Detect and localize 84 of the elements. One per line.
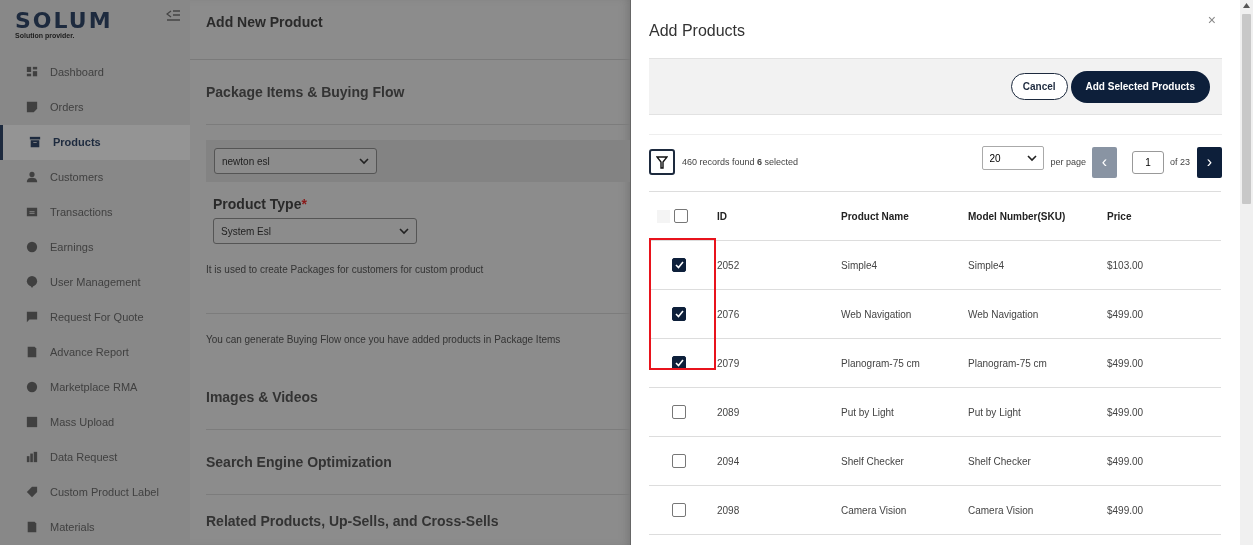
- checkbox[interactable]: [672, 405, 686, 419]
- collapse-menu-icon[interactable]: [166, 10, 180, 22]
- table-cell: 2076: [717, 289, 841, 339]
- table-cell: $103.00: [1107, 240, 1221, 290]
- report-icon: [26, 346, 38, 359]
- table-cell: $499.00: [1107, 436, 1221, 486]
- checkbox[interactable]: [672, 503, 686, 517]
- document-icon: [26, 521, 38, 534]
- field-label: Product Type*: [213, 196, 308, 212]
- table-cell: $499.00: [1107, 338, 1221, 388]
- checkbox[interactable]: [672, 454, 686, 468]
- sidebar-item[interactable]: Marketplace RMA: [0, 369, 190, 405]
- help-text: It is used to create Packages for customers for custom product: [206, 264, 485, 275]
- table-cell: Simple4: [841, 240, 968, 290]
- product-type-select[interactable]: System Esl: [213, 218, 417, 244]
- info-text: You can generate Buying Flow once you have added products in Package Items: [206, 334, 562, 345]
- sidebar-item[interactable]: Dashboard: [0, 54, 190, 90]
- sidebar-item[interactable]: Custom Product Label: [0, 474, 190, 510]
- table-cell: Simple4: [968, 240, 1107, 290]
- column-header: ID: [717, 191, 841, 241]
- table-cell: 2089: [717, 387, 841, 437]
- table-cell: $499.00: [1107, 289, 1221, 339]
- filter-button[interactable]: [649, 149, 675, 175]
- table-cell: 2052: [717, 240, 841, 290]
- table-cell: $499.00: [1107, 485, 1221, 535]
- chevron-down-icon: [399, 227, 409, 235]
- sidebar-item[interactable]: Mass Upload: [0, 404, 190, 440]
- records-count: 460 records found 6 selected: [682, 157, 800, 167]
- table-cell: $499.00: [1107, 387, 1221, 437]
- table-cell: Shelf Checker: [968, 436, 1107, 486]
- grid-icon: [26, 66, 38, 79]
- table-cell: 2094: [717, 436, 841, 486]
- column-header: Model Number(SKU): [968, 191, 1107, 241]
- scrollbar[interactable]: [1240, 0, 1253, 545]
- sidebar-item[interactable]: Materials: [0, 509, 190, 545]
- note-icon: [26, 101, 38, 114]
- sidebar-item[interactable]: Transactions: [0, 194, 190, 230]
- sidebar-item[interactable]: Products: [0, 124, 190, 160]
- scroll-thumb[interactable]: [1242, 14, 1251, 204]
- package-select[interactable]: newton esl: [214, 148, 377, 174]
- tag-icon: [26, 486, 38, 499]
- checkbox[interactable]: [674, 209, 688, 223]
- section-title: Related Products, Up-Sells, and Cross-Sells: [206, 513, 500, 529]
- chevron-down-icon: [359, 157, 369, 165]
- scroll-up-arrow-icon[interactable]: [1243, 3, 1250, 8]
- sidebar-item[interactable]: Advance Report: [0, 334, 190, 370]
- sidebar-item[interactable]: User Management: [0, 264, 190, 300]
- page-input[interactable]: 1: [1131, 150, 1164, 174]
- table-cell: Planogram-75 cm: [968, 338, 1107, 388]
- add-selected-button[interactable]: Add Selected Products: [1070, 70, 1210, 103]
- person-icon: [26, 171, 38, 184]
- modal-title: Add Products: [649, 22, 746, 40]
- table-cell: Web Navigation: [968, 289, 1107, 339]
- sidebar-item[interactable]: Earnings: [0, 229, 190, 265]
- column-header: Price: [1107, 191, 1221, 241]
- chevron-down-icon: [1027, 154, 1038, 162]
- sidebar-item[interactable]: Customers: [0, 159, 190, 195]
- bars-icon: [26, 451, 38, 464]
- table-cell: 2098: [717, 485, 841, 535]
- table-cell: 2079: [717, 338, 841, 388]
- page-total: of 23: [1169, 157, 1190, 167]
- column-header: Product Name: [841, 191, 968, 241]
- next-page-button[interactable]: ›: [1197, 146, 1222, 178]
- table-cell: Put by Light: [841, 387, 968, 437]
- sidebar-item[interactable]: Orders: [0, 89, 190, 125]
- close-button[interactable]: ×: [1207, 12, 1216, 28]
- logo: SOLUM: [15, 10, 113, 32]
- box-icon: [29, 136, 41, 149]
- table-cell: Planogram-75 cm: [841, 338, 968, 388]
- table-cell: Camera Vision: [968, 485, 1107, 535]
- cancel-button[interactable]: Cancel: [1010, 73, 1068, 100]
- sidebar-item[interactable]: Request For Quote: [0, 299, 190, 335]
- per-page-label: per page: [1050, 157, 1086, 167]
- sidebar-item[interactable]: Data Request: [0, 439, 190, 475]
- table-cell: Camera Vision: [841, 485, 968, 535]
- transfer-icon: [26, 206, 38, 219]
- chart-message-icon: [26, 311, 38, 324]
- table-cell: Shelf Checker: [841, 436, 968, 486]
- table-cell: Put by Light: [968, 387, 1107, 437]
- checkbox[interactable]: [672, 307, 686, 321]
- filter-icon: [656, 155, 668, 169]
- table-cell: Web Navigation: [841, 289, 968, 339]
- checkbox[interactable]: [672, 258, 686, 272]
- per-page-select[interactable]: 20: [982, 146, 1045, 170]
